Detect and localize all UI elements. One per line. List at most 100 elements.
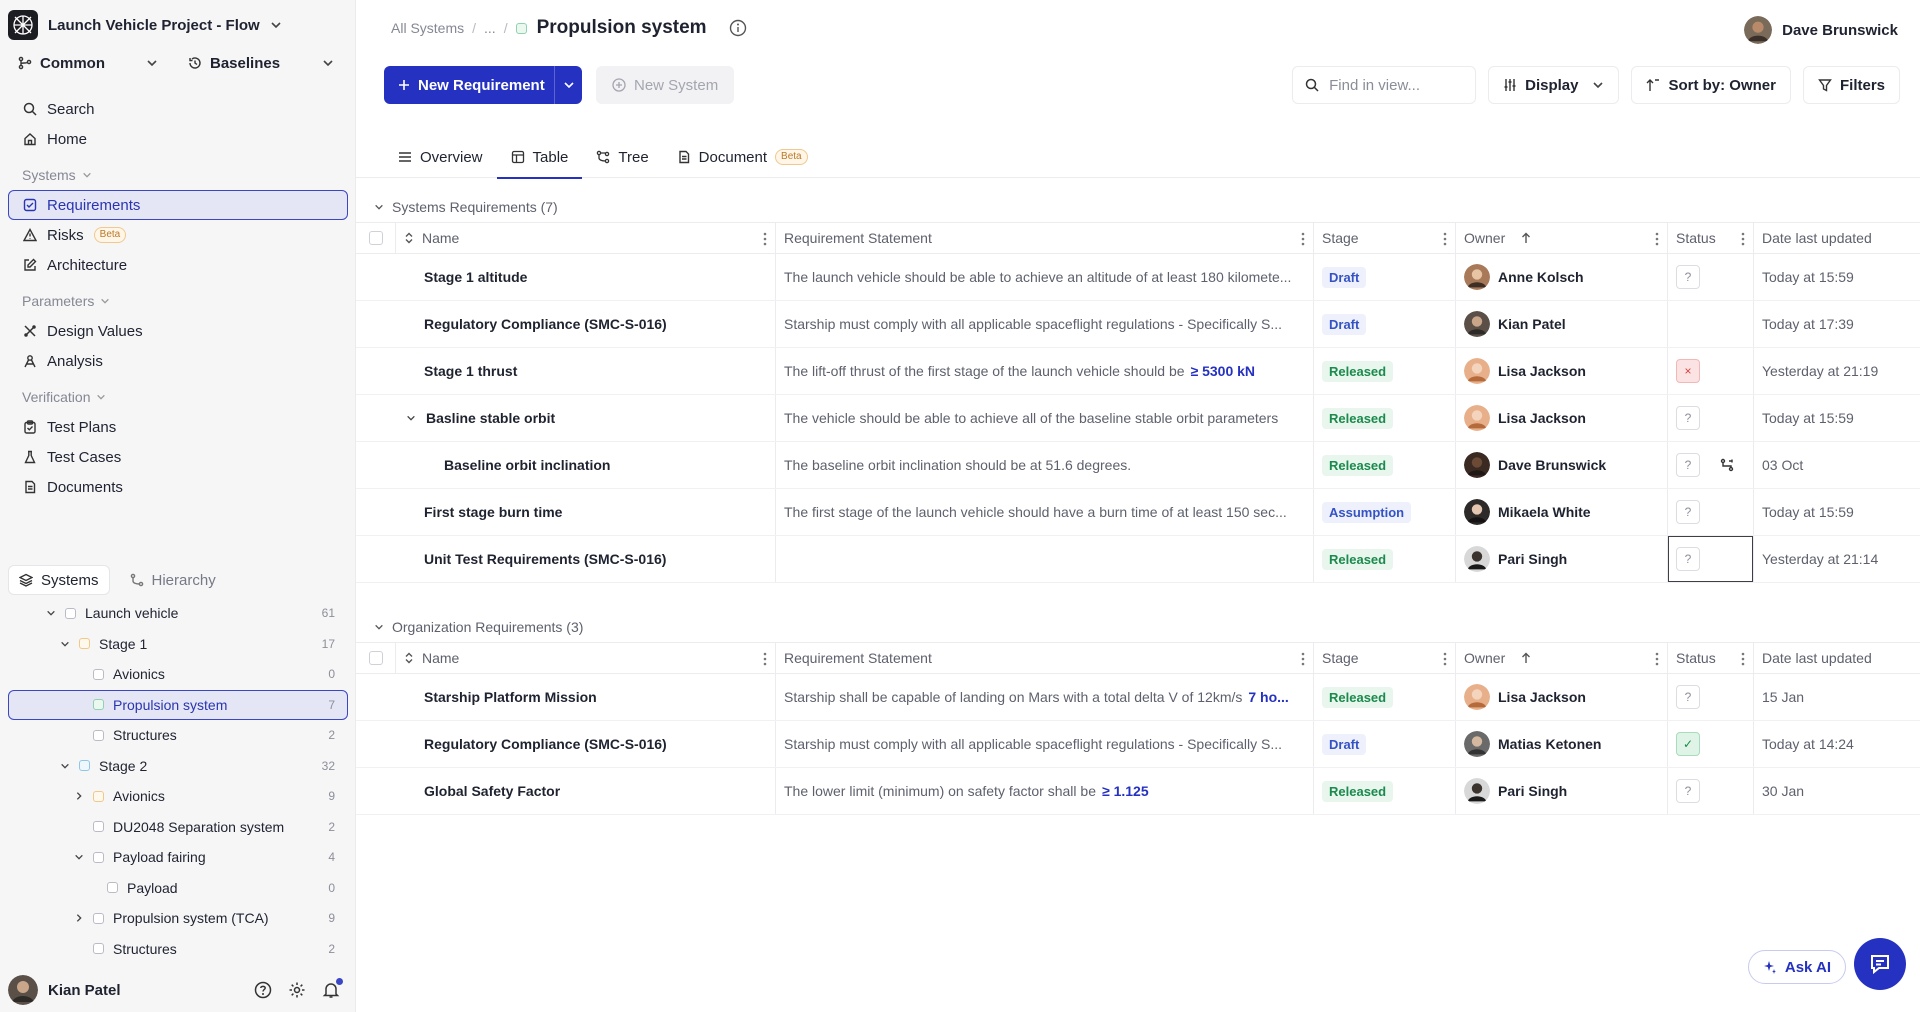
sidebar-item-design-values[interactable]: Design Values: [8, 316, 348, 346]
status-cell[interactable]: ?: [1668, 489, 1754, 535]
tree-item-stage-1[interactable]: Stage 1 17: [8, 629, 348, 660]
requirement-name[interactable]: Unit Test Requirements (SMC-S-016): [396, 536, 776, 582]
stage-cell[interactable]: Released: [1314, 768, 1456, 814]
owner-cell[interactable]: Mikaela White: [1456, 489, 1668, 535]
status-cell[interactable]: ?: [1668, 395, 1754, 441]
table-row[interactable]: Starship Platform Mission Starship shall…: [356, 674, 1920, 721]
common-dropdown[interactable]: Common: [8, 48, 168, 78]
breadcrumb-ellipsis[interactable]: ...: [484, 20, 496, 36]
table-row[interactable]: First stage burn time The first stage of…: [356, 489, 1920, 536]
owner-cell[interactable]: Lisa Jackson: [1456, 348, 1668, 394]
table-row[interactable]: Basline stable orbit The vehicle should …: [356, 395, 1920, 442]
requirement-name[interactable]: Regulatory Compliance (SMC-S-016): [396, 301, 776, 347]
stage-cell[interactable]: Released: [1314, 395, 1456, 441]
sidebar-item-test-cases[interactable]: Test Cases: [8, 442, 348, 472]
kebab-menu-icon[interactable]: [1655, 232, 1659, 246]
tree-item-stage-2[interactable]: Stage 2 32: [8, 751, 348, 782]
tree-item-payload[interactable]: Payload 0: [8, 873, 348, 904]
sidebar-item-risks[interactable]: Risks Beta: [8, 220, 348, 250]
status-cell[interactable]: ?: [1668, 768, 1754, 814]
stage-cell[interactable]: Released: [1314, 536, 1456, 582]
table-row[interactable]: Baseline orbit inclination The baseline …: [356, 442, 1920, 489]
requirement-name[interactable]: Stage 1 altitude: [396, 254, 776, 300]
stage-cell[interactable]: Draft: [1314, 254, 1456, 300]
col-name[interactable]: Name: [396, 643, 776, 673]
owner-cell[interactable]: Lisa Jackson: [1456, 395, 1668, 441]
status-cell[interactable]: ?: [1668, 536, 1754, 582]
status-cell[interactable]: ?: [1668, 674, 1754, 720]
tree-item-avionics[interactable]: Avionics 0: [8, 659, 348, 690]
kebab-menu-icon[interactable]: [1443, 652, 1447, 666]
section-systems[interactable]: Systems: [8, 160, 348, 190]
status-cell[interactable]: [1668, 301, 1754, 347]
stage-cell[interactable]: Released: [1314, 442, 1456, 488]
col-date[interactable]: Date last updated: [1754, 643, 1920, 673]
table-row[interactable]: Stage 1 thrust The lift-off thrust of th…: [356, 348, 1920, 395]
col-stage[interactable]: Stage: [1314, 223, 1456, 253]
new-system-button[interactable]: New System: [596, 66, 735, 104]
select-all-checkbox[interactable]: [368, 231, 383, 245]
status-cell[interactable]: ?: [1668, 254, 1754, 300]
requirement-statement[interactable]: The vehicle should be able to achieve al…: [776, 395, 1314, 441]
requirement-name[interactable]: Stage 1 thrust: [396, 348, 776, 394]
chat-button[interactable]: [1854, 938, 1906, 990]
requirement-name[interactable]: First stage burn time: [396, 489, 776, 535]
tab-tree[interactable]: Tree: [582, 136, 662, 178]
stage-cell[interactable]: Draft: [1314, 301, 1456, 347]
tree-item-du2048-separation[interactable]: DU2048 Separation system 2: [8, 812, 348, 843]
breadcrumb-root[interactable]: All Systems: [391, 20, 464, 36]
tree-item-payload-fairing[interactable]: Payload fairing 4: [8, 842, 348, 873]
section-verification[interactable]: Verification: [8, 382, 348, 412]
col-name[interactable]: Name: [396, 223, 776, 253]
owner-cell[interactable]: Lisa Jackson: [1456, 674, 1668, 720]
notifications-button[interactable]: [322, 978, 343, 999]
stage-cell[interactable]: Draft: [1314, 721, 1456, 767]
status-cell[interactable]: ×: [1668, 348, 1754, 394]
baselines-dropdown[interactable]: Baselines: [178, 48, 344, 78]
parameter-value[interactable]: ≥ 1.125: [1102, 783, 1149, 799]
col-statement[interactable]: Requirement Statement: [776, 643, 1314, 673]
kebab-menu-icon[interactable]: [1301, 652, 1305, 666]
table-row[interactable]: Stage 1 altitude The launch vehicle shou…: [356, 254, 1920, 301]
owner-cell[interactable]: Pari Singh: [1456, 768, 1668, 814]
requirement-statement[interactable]: The launch vehicle should be able to ach…: [776, 254, 1314, 300]
requirement-name[interactable]: Global Safety Factor: [396, 768, 776, 814]
kebab-menu-icon[interactable]: [1741, 232, 1745, 246]
kebab-menu-icon[interactable]: [1741, 652, 1745, 666]
stage-cell[interactable]: Assumption: [1314, 489, 1456, 535]
col-status[interactable]: Status: [1668, 643, 1754, 673]
new-requirement-button[interactable]: New Requirement: [384, 66, 582, 104]
requirement-statement[interactable]: [776, 536, 1314, 582]
sidebar-item-test-plans[interactable]: Test Plans: [8, 412, 348, 442]
group-header[interactable]: Organization Requirements (3): [356, 612, 1920, 642]
sidebar-item-documents[interactable]: Documents: [8, 472, 348, 502]
group-header[interactable]: Systems Requirements (7): [356, 192, 1920, 222]
section-parameters[interactable]: Parameters: [8, 286, 348, 316]
status-cell[interactable]: ?: [1668, 442, 1754, 488]
requirement-statement[interactable]: The lift-off thrust of the first stage o…: [776, 348, 1314, 394]
tree-item-avionics-2[interactable]: Avionics 9: [8, 781, 348, 812]
chevron-down-icon[interactable]: [406, 413, 416, 423]
select-all-checkbox[interactable]: [368, 651, 383, 665]
owner-cell[interactable]: Dave Brunswick: [1456, 442, 1668, 488]
owner-cell[interactable]: Matias Ketonen: [1456, 721, 1668, 767]
requirement-statement[interactable]: Starship must comply with all applicable…: [776, 721, 1314, 767]
kebab-menu-icon[interactable]: [763, 652, 767, 666]
kebab-menu-icon[interactable]: [763, 232, 767, 246]
requirement-name[interactable]: Regulatory Compliance (SMC-S-016): [396, 721, 776, 767]
tab-hierarchy[interactable]: Hierarchy: [120, 565, 226, 595]
kebab-menu-icon[interactable]: [1443, 232, 1447, 246]
sidebar-item-architecture[interactable]: Architecture: [8, 250, 348, 280]
sidebar-item-search[interactable]: Search: [8, 94, 348, 124]
header-user[interactable]: Dave Brunswick: [1744, 16, 1898, 44]
col-owner[interactable]: Owner: [1456, 223, 1668, 253]
kebab-menu-icon[interactable]: [1655, 652, 1659, 666]
tree-item-propulsion-tca[interactable]: Propulsion system (TCA) 9: [8, 903, 348, 934]
requirement-statement[interactable]: Starship must comply with all applicable…: [776, 301, 1314, 347]
owner-cell[interactable]: Anne Kolsch: [1456, 254, 1668, 300]
table-row[interactable]: Regulatory Compliance (SMC-S-016) Starsh…: [356, 721, 1920, 768]
requirement-name[interactable]: Baseline orbit inclination: [396, 442, 776, 488]
requirement-statement[interactable]: The lower limit (minimum) on safety fact…: [776, 768, 1314, 814]
requirement-name[interactable]: Starship Platform Mission: [396, 674, 776, 720]
help-icon[interactable]: [254, 981, 272, 999]
